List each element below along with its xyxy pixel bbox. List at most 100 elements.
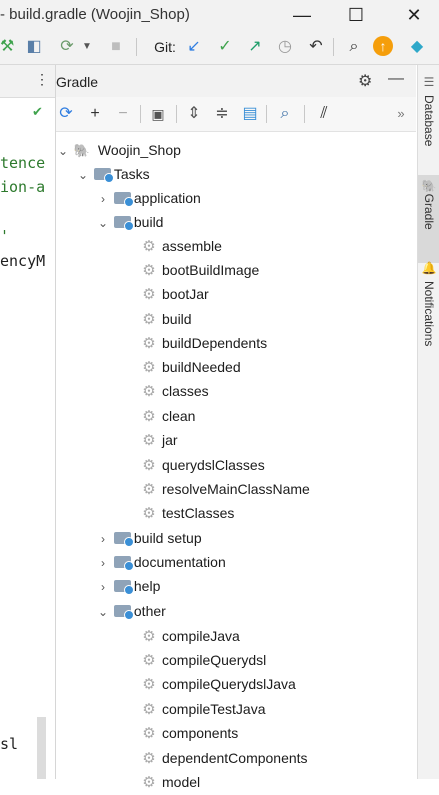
task-label: jar bbox=[162, 432, 178, 448]
vcs-commit-icon[interactable]: ✓ bbox=[214, 34, 236, 60]
code-line[interactable]: encyM bbox=[0, 252, 45, 270]
gear-icon: ⚙ bbox=[142, 457, 156, 474]
run-dropdown-chevron-icon[interactable]: ▼ bbox=[80, 34, 94, 60]
toolbar-separator bbox=[333, 38, 334, 56]
jetbrains-toolbox-icon[interactable]: ◆ bbox=[406, 34, 428, 60]
task-item[interactable]: ⚙ classes bbox=[140, 379, 208, 403]
code-editor-strip: ⋮ ✔ tence ion-a ' encyM sl bbox=[0, 65, 56, 779]
task-label: compileTestJava bbox=[162, 701, 266, 717]
build-hammer-icon[interactable]: ⚒ bbox=[0, 34, 14, 60]
right-tool-strip: ☰ Database 🐘Gradle 🔔 Notifications bbox=[417, 65, 439, 779]
database-icon: ☰ bbox=[423, 75, 435, 89]
editor-scrollbar[interactable] bbox=[37, 717, 46, 779]
gear-icon: ⚙ bbox=[142, 286, 156, 303]
vcs-rollback-icon[interactable]: ↶ bbox=[305, 34, 327, 60]
stop-icon[interactable]: ■ bbox=[106, 34, 126, 60]
task-item[interactable]: ⚙ testClasses bbox=[140, 501, 234, 525]
tree-node-label: help bbox=[133, 578, 161, 594]
expand-chevron-icon[interactable]: ⌄ bbox=[56, 139, 70, 163]
task-item[interactable]: ⚙ compileTestJava bbox=[140, 697, 266, 721]
tab-database[interactable]: Database bbox=[418, 95, 439, 165]
task-item[interactable]: ⚙ dependentComponents bbox=[140, 746, 307, 770]
hide-panel-icon[interactable]: — bbox=[388, 70, 404, 88]
collapse-chevron-icon[interactable]: › bbox=[96, 551, 110, 575]
search-icon[interactable]: ⌕ bbox=[343, 34, 365, 60]
gradle-panel-title: Gradle bbox=[56, 74, 99, 90]
task-item[interactable]: ⚙ components bbox=[140, 721, 238, 745]
gear-icon: ⚙ bbox=[142, 505, 156, 522]
gear-icon: ⚙ bbox=[142, 774, 156, 791]
task-item[interactable]: ⚙ compileJava bbox=[140, 624, 240, 648]
task-item[interactable]: ⚙ querydslClasses bbox=[140, 453, 264, 477]
gear-icon: ⚙ bbox=[142, 311, 156, 328]
expand-chevron-icon[interactable]: ⌄ bbox=[96, 600, 110, 624]
gear-icon[interactable]: ⚙ bbox=[358, 71, 372, 91]
tree-node-build[interactable]: ⌄ build bbox=[96, 210, 163, 234]
task-item[interactable]: ⚙ buildNeeded bbox=[140, 355, 240, 379]
vcs-update-icon[interactable]: ↙ bbox=[183, 34, 205, 60]
task-item[interactable]: ⚙ bootJar bbox=[140, 282, 209, 306]
tree-node-documentation[interactable]: › documentation bbox=[96, 550, 226, 574]
gear-icon: ⚙ bbox=[142, 262, 156, 279]
expand-chevron-icon[interactable]: ⌄ bbox=[96, 211, 110, 235]
tree-node-other[interactable]: ⌄ other bbox=[96, 599, 166, 623]
gear-icon: ⚙ bbox=[142, 238, 156, 255]
analyze-dependencies-icon[interactable]: ⌕ bbox=[274, 102, 296, 126]
task-folder-icon bbox=[113, 532, 134, 547]
close-button[interactable]: ✕ bbox=[394, 2, 434, 28]
code-line[interactable]: tence bbox=[0, 154, 45, 172]
tree-node-help[interactable]: › help bbox=[96, 574, 160, 598]
remove-icon[interactable]: − bbox=[114, 102, 132, 126]
toggle-offline-mode-icon[interactable]: ⫽ bbox=[314, 102, 334, 126]
tree-node-project[interactable]: ⌄ 🐘 Woojin_Shop bbox=[56, 138, 181, 162]
reload-icon[interactable]: ⟳ bbox=[56, 102, 76, 126]
task-folder-icon bbox=[93, 168, 114, 183]
task-folder-icon bbox=[113, 605, 134, 620]
collapse-all-icon[interactable]: ≑ bbox=[212, 102, 232, 126]
ide-update-icon[interactable]: ↑ bbox=[372, 34, 394, 60]
minimize-button[interactable]: — bbox=[282, 2, 322, 28]
task-item[interactable]: ⚙ buildDependents bbox=[140, 331, 267, 355]
git-label: Git: bbox=[154, 39, 176, 55]
tree-node-application[interactable]: › application bbox=[96, 186, 201, 210]
collapse-chevron-icon[interactable]: › bbox=[96, 187, 110, 211]
run-with-coverage-icon[interactable]: ⟳ bbox=[56, 34, 78, 60]
code-line[interactable]: ion-a bbox=[0, 178, 45, 196]
tab-notifications[interactable]: Notifications bbox=[418, 281, 439, 371]
task-item[interactable]: ⚙ jar bbox=[140, 428, 178, 452]
maximize-button[interactable]: ☐ bbox=[336, 2, 376, 28]
collapse-chevron-icon[interactable]: › bbox=[96, 575, 110, 599]
gear-icon: ⚙ bbox=[142, 676, 156, 693]
more-actions-icon[interactable]: » bbox=[392, 102, 410, 126]
tree-node-tasks[interactable]: ⌄ Tasks bbox=[76, 162, 150, 186]
gear-icon: ⚙ bbox=[142, 652, 156, 669]
tree-node-build-setup[interactable]: › build setup bbox=[96, 526, 202, 550]
task-label: resolveMainClassName bbox=[162, 481, 310, 497]
code-line[interactable]: ' bbox=[0, 227, 9, 245]
more-options-icon[interactable]: ⋮ bbox=[35, 71, 49, 88]
tab-gradle[interactable]: 🐘Gradle bbox=[418, 175, 439, 263]
task-item[interactable]: ⚙ model bbox=[140, 770, 200, 794]
editor-gutter-header: ⋮ bbox=[0, 65, 55, 98]
task-label: bootJar bbox=[162, 286, 209, 302]
debug-icon[interactable]: ◧ bbox=[22, 34, 46, 60]
expand-all-icon[interactable]: ⇕ bbox=[184, 102, 204, 126]
expand-chevron-icon[interactable]: ⌄ bbox=[76, 163, 90, 187]
task-item[interactable]: ⚙ build bbox=[140, 307, 191, 331]
task-item[interactable]: ⚙ clean bbox=[140, 404, 195, 428]
collapse-chevron-icon[interactable]: › bbox=[96, 527, 110, 551]
task-item[interactable]: ⚙ bootBuildImage bbox=[140, 258, 259, 282]
execute-task-icon[interactable]: ▣ bbox=[148, 102, 168, 126]
add-icon[interactable]: + bbox=[86, 102, 104, 126]
task-item[interactable]: ⚙ compileQuerydslJava bbox=[140, 672, 296, 696]
task-item[interactable]: ⚙ resolveMainClassName bbox=[140, 477, 310, 501]
code-line[interactable]: sl bbox=[0, 735, 18, 753]
task-folder-icon bbox=[113, 580, 134, 595]
task-item[interactable]: ⚙ assemble bbox=[140, 234, 222, 258]
gear-icon: ⚙ bbox=[142, 359, 156, 376]
tab-gradle-label: Gradle bbox=[422, 193, 436, 230]
show-dependencies-icon[interactable]: ▤ bbox=[240, 102, 260, 126]
vcs-push-icon[interactable]: ↗ bbox=[244, 34, 266, 60]
task-item[interactable]: ⚙ compileQuerydsl bbox=[140, 648, 266, 672]
vcs-history-icon[interactable]: ◷ bbox=[274, 34, 296, 60]
